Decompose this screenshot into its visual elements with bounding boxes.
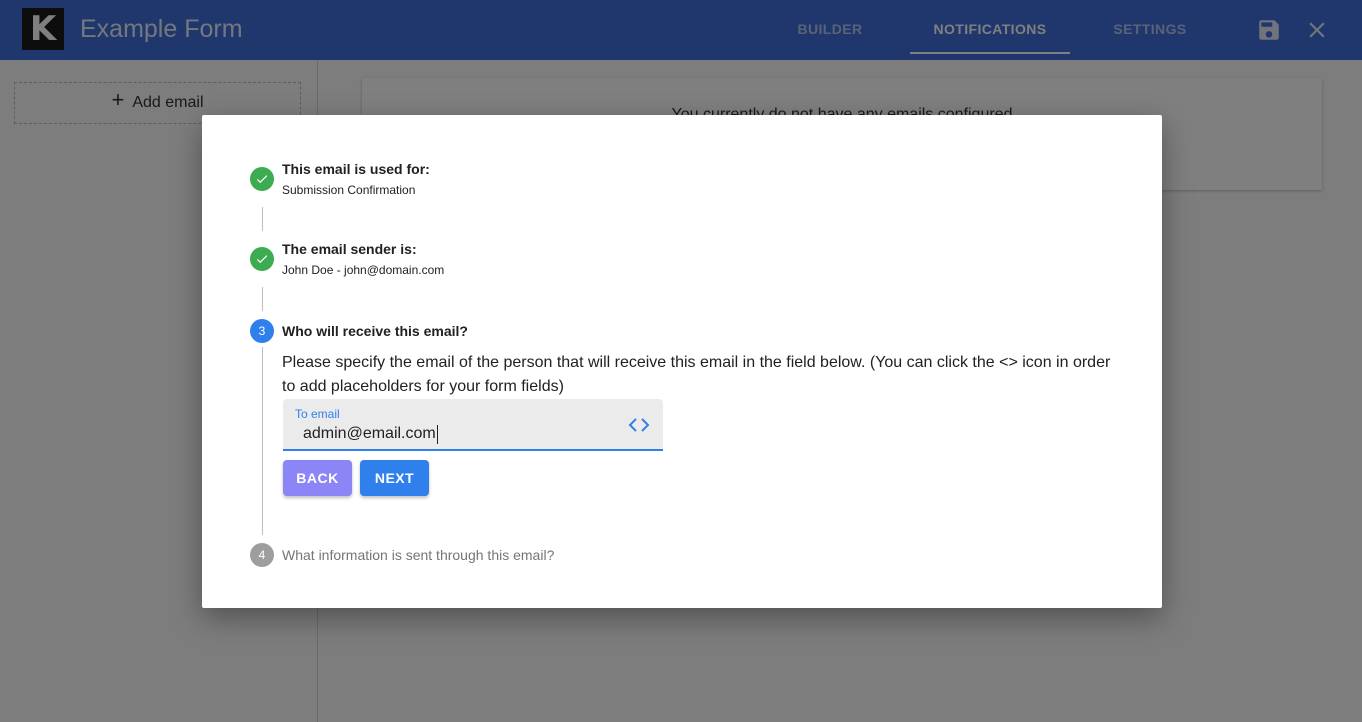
code-brackets-icon[interactable] bbox=[627, 415, 651, 435]
step-3-instructions: Please specify the email of the person t… bbox=[282, 354, 1111, 395]
step-connector bbox=[262, 287, 263, 311]
to-email-field[interactable]: To email bbox=[283, 399, 663, 451]
next-button[interactable]: NEXT bbox=[360, 460, 429, 496]
to-email-input[interactable] bbox=[293, 422, 613, 446]
step-3-number-icon: 3 bbox=[250, 319, 274, 343]
step-connector bbox=[262, 207, 263, 231]
step-2-title: The email sender is: bbox=[282, 241, 417, 257]
step-3-title: Who will receive this email? bbox=[282, 323, 468, 339]
step-1-title: This email is used for: bbox=[282, 161, 430, 177]
email-setup-dialog: This email is used for: Submission Confi… bbox=[202, 115, 1162, 608]
text-cursor bbox=[437, 425, 438, 444]
step-1-subtitle: Submission Confirmation bbox=[282, 183, 416, 197]
step-1-check-icon bbox=[250, 167, 274, 191]
to-email-label: To email bbox=[295, 407, 340, 421]
step-2-check-icon bbox=[250, 247, 274, 271]
step-2-subtitle: John Doe - john@domain.com bbox=[282, 263, 445, 277]
step-4-number-icon: 4 bbox=[250, 543, 274, 567]
back-button[interactable]: BACK bbox=[283, 460, 352, 496]
step-4-title[interactable]: What information is sent through this em… bbox=[282, 547, 554, 563]
step-connector bbox=[262, 347, 263, 535]
